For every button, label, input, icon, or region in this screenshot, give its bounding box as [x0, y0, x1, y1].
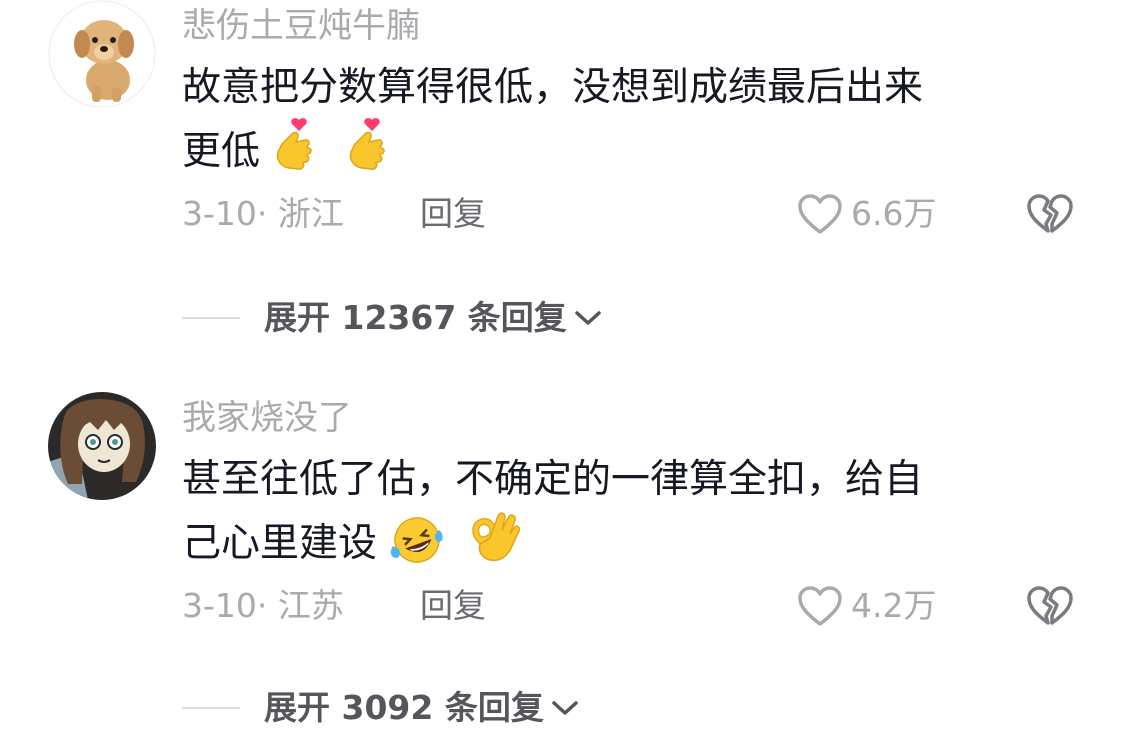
username[interactable]: 我家烧没了 — [182, 396, 352, 440]
reply-button[interactable]: 回复 — [420, 584, 486, 628]
avatar[interactable] — [48, 0, 156, 108]
like-button[interactable]: 6.6万 — [797, 192, 936, 236]
like-button[interactable]: 4.2万 — [797, 584, 936, 628]
expand-replies-button[interactable]: 展开 3092 条回复 — [182, 686, 580, 730]
like-count: 6.6万 — [851, 194, 937, 233]
broken-heart-icon — [1027, 194, 1073, 233]
comment-text-line: 甚至往低了估，不确定的一律算全扣，给自 — [182, 457, 924, 502]
expand-replies-label: 展开 12367 条回复 — [264, 298, 567, 337]
comment-date-location: 3-10· 浙江 — [182, 194, 344, 233]
like-count: 4.2万 — [851, 586, 937, 625]
heart-outline-icon — [798, 586, 842, 626]
broken-heart-icon — [1027, 586, 1073, 625]
chevron-down-icon — [575, 311, 601, 325]
puppy-avatar-image — [48, 0, 156, 108]
expand-replies-button[interactable]: 展开 12367 条回复 — [182, 296, 603, 340]
dislike-button[interactable] — [1026, 192, 1074, 236]
finger-heart-emoji — [345, 118, 391, 192]
expand-replies-label: 展开 3092 条回复 — [264, 688, 544, 727]
avatar[interactable] — [48, 392, 156, 500]
comment-text: 甚至往低了估，不确定的一律算全扣，给自 己心里建设 — [182, 450, 1062, 584]
anime-girl-avatar-image — [48, 392, 156, 500]
comment-text-line: 己心里建设 — [182, 521, 378, 566]
comment-text: 故意把分数算得很低，没想到成绩最后出来 更低 — [182, 58, 1062, 192]
ok-hand-emoji — [468, 510, 522, 584]
comment-text-line: 更低 — [182, 129, 261, 174]
comment-text-line: 故意把分数算得很低，没想到成绩最后出来 — [182, 65, 924, 110]
heart-outline-icon — [798, 194, 842, 234]
rolling-laughing-emoji — [389, 514, 445, 584]
divider-line — [182, 317, 240, 319]
divider-line — [182, 707, 240, 709]
reply-button[interactable]: 回复 — [420, 192, 486, 236]
chevron-down-icon — [552, 701, 578, 715]
username[interactable]: 悲伤土豆炖牛腩 — [182, 4, 420, 48]
comment-item: 我家烧没了 甚至往低了估，不确定的一律算全扣，给自 己心里建设 3-10· 江苏… — [0, 392, 1125, 734]
dislike-button[interactable] — [1026, 584, 1074, 628]
comment-date-location: 3-10· 江苏 — [182, 586, 344, 625]
comment-item: 悲伤土豆炖牛腩 故意把分数算得很低，没想到成绩最后出来 更低 3-10· 浙江 … — [0, 0, 1125, 360]
finger-heart-emoji — [272, 118, 318, 192]
